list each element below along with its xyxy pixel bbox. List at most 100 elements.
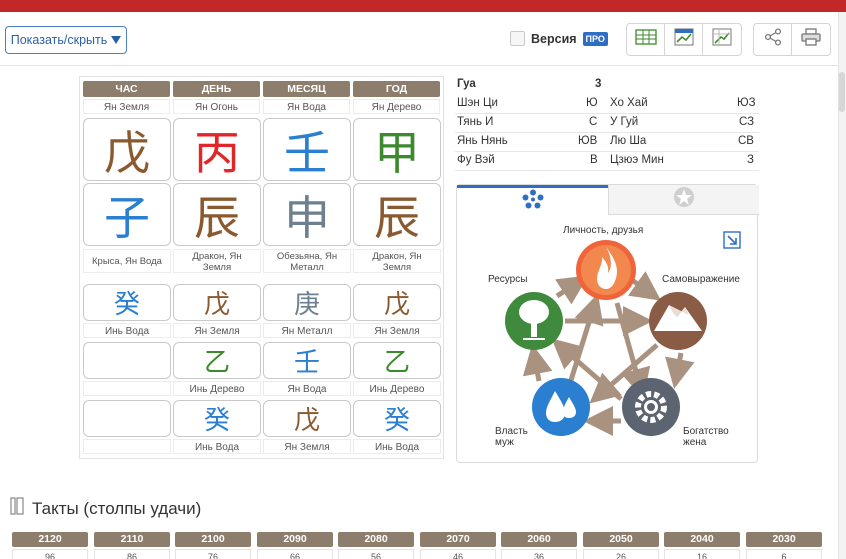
- luck-year-header: 2090: [257, 532, 333, 547]
- wood-element-circle[interactable]: [505, 292, 563, 350]
- fire-element-circle[interactable]: [576, 240, 636, 300]
- gua-direction-name: Лю Ша: [610, 135, 647, 147]
- hidden-stem-label: Инь Дерево: [353, 381, 441, 396]
- gua-direction-name: У Гуй: [610, 116, 639, 128]
- toolbar: Показать/скрыть Версия ПРО: [0, 12, 838, 66]
- gua-row: Тянь И С У Гуй СЗ: [455, 114, 759, 133]
- gua-direction-name: Хо Хай: [610, 97, 648, 109]
- luck-year-header: 2030: [746, 532, 822, 547]
- spreadsheet-chart-icon: [674, 28, 694, 51]
- hidden-stem-label: Инь Вода: [173, 439, 261, 454]
- hidden-stem-cell[interactable]: 庚: [263, 284, 351, 321]
- collapse-icon[interactable]: [10, 497, 24, 520]
- show-hide-button[interactable]: Показать/скрыть: [5, 26, 127, 54]
- heavenly-stem-cell[interactable]: 壬: [263, 118, 351, 181]
- hidden-stem-cell[interactable]: 乙: [173, 342, 261, 379]
- luck-pillars-title: Такты (столпы удачи): [32, 498, 202, 518]
- stem-label: Ян Вода: [263, 99, 350, 114]
- vertical-scrollbar[interactable]: [838, 12, 846, 559]
- version-toggle: Версия ПРО: [510, 31, 608, 46]
- chart-export-button[interactable]: [665, 24, 703, 55]
- luck-year-header: 2100: [175, 532, 251, 547]
- water-element-circle[interactable]: [532, 378, 590, 436]
- five-elements-cycle-diagram: [505, 240, 707, 436]
- hidden-stem-label: Ян Земля: [173, 323, 261, 338]
- luck-age-cell: 66: [257, 549, 333, 559]
- hidden-stem-cell[interactable]: 戊: [173, 284, 261, 321]
- gua-direction-value: Ю: [586, 97, 598, 109]
- hidden-stem-empty-label: [83, 439, 171, 454]
- luck-age-cell: 36: [501, 549, 577, 559]
- heavenly-stem-cell[interactable]: 丙: [173, 118, 261, 181]
- heavenly-stem-cell[interactable]: 戊: [83, 118, 171, 181]
- branch-label-line: Земля: [382, 262, 412, 273]
- branch-label: Обезьяна, Ян Металл: [263, 249, 351, 273]
- gua-direction-name: Фу Вэй: [457, 154, 495, 166]
- version-label: Версия: [531, 31, 577, 46]
- version-checkbox[interactable]: [510, 31, 525, 46]
- triangle-down-icon: [111, 33, 122, 47]
- branch-label-line: Крыса, Ян Вода: [92, 256, 162, 267]
- earthly-branch-cell[interactable]: 子: [83, 183, 171, 246]
- scrollbar-thumb[interactable]: [839, 72, 845, 112]
- luck-age-cell: 6: [746, 549, 822, 559]
- export-tools: [626, 23, 742, 56]
- heavenly-stem-cell[interactable]: 甲: [353, 118, 441, 181]
- hidden-stem-cell[interactable]: 癸: [353, 400, 441, 437]
- gua-header-row: Гуа 3: [455, 76, 759, 95]
- share-tools: [753, 23, 831, 56]
- branch-label-line: Дракон, Ян: [192, 251, 242, 262]
- share-button[interactable]: [754, 24, 792, 55]
- hidden-stem-label: Ян Вода: [263, 381, 351, 396]
- earthly-branch-cell[interactable]: 申: [263, 183, 351, 246]
- branch-label-line: Металл: [290, 262, 324, 273]
- hidden-stem-label: Ян Земля: [353, 323, 441, 338]
- luck-year-header: 2060: [501, 532, 577, 547]
- hidden-stem-cell[interactable]: 癸: [83, 284, 171, 321]
- earthly-branch-cell[interactable]: 辰: [173, 183, 261, 246]
- sheet-export-button[interactable]: [703, 24, 741, 55]
- five-elements-panel: Личность, друзья Ресурсы Самовыражение В…: [456, 184, 759, 463]
- pro-badge: ПРО: [582, 31, 608, 46]
- luck-age-cell: 76: [175, 549, 251, 559]
- branch-label: Крыса, Ян Вода: [83, 249, 171, 273]
- four-pillars-grid: ЧАС ДЕНЬ МЕСЯЦ ГОД Ян Земля Ян Огонь Ян …: [79, 76, 444, 459]
- branch-label-line: Земля: [202, 262, 232, 273]
- earthly-branch-cell[interactable]: 辰: [353, 183, 441, 246]
- print-button[interactable]: [792, 24, 830, 55]
- luck-year-header: 2070: [420, 532, 496, 547]
- browser-top-strip: [0, 0, 846, 12]
- metal-element-circle[interactable]: [622, 378, 680, 436]
- gua-direction-name: Янь Нянь: [457, 135, 508, 147]
- stem-label: Ян Огонь: [173, 99, 260, 114]
- pillar-header-month: МЕСЯЦ: [263, 81, 350, 97]
- luck-year-header: 2040: [664, 532, 740, 547]
- hidden-stem-label: Ян Земля: [263, 439, 351, 454]
- gua-direction-name: Тянь И: [457, 116, 494, 128]
- luck-year-header: 2110: [94, 532, 170, 547]
- pillar-header-year: ГОД: [353, 81, 440, 97]
- branch-label-line: Обезьяна, Ян: [276, 251, 338, 262]
- hidden-stem-cell[interactable]: 戊: [263, 400, 351, 437]
- gua-value: 3: [595, 78, 602, 90]
- branch-label: Дракон, Ян Земля: [353, 249, 441, 273]
- gua-direction-name: Цзюэ Мин: [610, 154, 664, 166]
- gua-direction-name: Шэн Ци: [457, 97, 498, 109]
- luck-age-cell: 26: [583, 549, 659, 559]
- hidden-stem-cell[interactable]: 戊: [353, 284, 441, 321]
- compare-table-button[interactable]: [627, 24, 665, 55]
- pillar-header-hour: ЧАС: [83, 81, 170, 97]
- earth-element-circle[interactable]: [649, 292, 707, 350]
- gua-row: Янь Нянь ЮВ Лю Ша СВ: [455, 133, 759, 152]
- hidden-stem-empty-cell[interactable]: [83, 342, 171, 379]
- hidden-stem-cell[interactable]: 壬: [263, 342, 351, 379]
- sheet-green-icon: [712, 28, 732, 51]
- luck-year-header: 2120: [12, 532, 88, 547]
- luck-year-header: 2080: [338, 532, 414, 547]
- gua-direction-value: З: [747, 154, 754, 166]
- hidden-stem-cell[interactable]: 乙: [353, 342, 441, 379]
- gua-direction-value: СВ: [738, 135, 754, 147]
- luck-age-cell: 16: [664, 549, 740, 559]
- hidden-stem-cell[interactable]: 癸: [173, 400, 261, 437]
- hidden-stem-empty-cell[interactable]: [83, 400, 171, 437]
